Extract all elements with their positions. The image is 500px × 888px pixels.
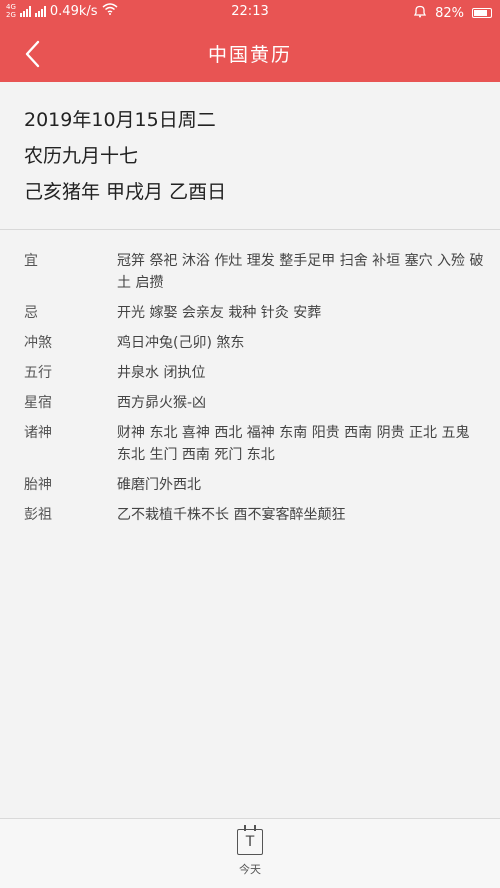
row-label: 星宿 [24, 395, 52, 411]
row-value: 西方昴火猴-凶 [117, 395, 207, 411]
today-label: 今天 [239, 863, 261, 876]
almanac-row-zhushen: 诸神 财神 东北 喜神 西北 福神 东南 阳贵 西南 阴贵 正北 五鬼 东北 生… [24, 422, 484, 466]
row-label: 诸神 [24, 425, 52, 441]
status-right: 82% [413, 4, 492, 22]
row-label: 冲煞 [24, 335, 52, 351]
almanac-row-taishen: 胎神 碓磨门外西北 [24, 474, 484, 496]
page-title: 中国黄历 [207, 44, 292, 66]
calendar-today-icon: T [237, 825, 263, 855]
status-bar: 4G 2G 0.49k/s 22:13 82% [0, 0, 500, 24]
row-value: 井泉水 闭执位 [117, 365, 206, 381]
divider [0, 229, 500, 230]
row-label: 彭祖 [24, 507, 52, 523]
alarm-icon [413, 4, 427, 22]
row-value: 碓磨门外西北 [117, 477, 201, 493]
today-button[interactable]: T 今天 [225, 825, 275, 885]
row-label: 宜 [24, 253, 38, 269]
almanac-row-xingxiu: 星宿 西方昴火猴-凶 [24, 392, 484, 414]
almanac-row-chongsha: 冲煞 鸡日冲兔(己卯) 煞东 [24, 332, 484, 354]
almanac-row-wuxing: 五行 井泉水 闭执位 [24, 362, 484, 384]
bottom-bar: T 今天 [0, 818, 500, 888]
row-value: 财神 东北 喜神 西北 福神 东南 阳贵 西南 阴贵 正北 五鬼 东北 生门 西… [117, 425, 470, 463]
ganzhi-date: 己亥猪年 甲戌月 乙酉日 [24, 181, 227, 203]
app-bar: 中国黄历 [0, 24, 500, 82]
gregorian-date: 2019年10月15日周二 [24, 109, 216, 131]
almanac-row-yi: 宜 冠笄 祭祀 沐浴 作灶 理发 整手足甲 扫舍 补垣 塞穴 入殓 破土 启攒 [24, 250, 484, 294]
row-value: 开光 嫁娶 会亲友 栽种 针灸 安葬 [117, 305, 322, 321]
row-label: 五行 [24, 365, 52, 381]
almanac-row-ji: 忌 开光 嫁娶 会亲友 栽种 针灸 安葬 [24, 302, 484, 324]
row-label: 胎神 [24, 477, 52, 493]
row-value: 乙不栽植千株不长 酉不宴客醉坐颠狂 [117, 507, 346, 523]
almanac-row-pengzu: 彭祖 乙不栽植千株不长 酉不宴客醉坐颠狂 [24, 504, 484, 526]
date-info: 2019年10月15日周二 农历九月十七 己亥猪年 甲戌月 乙酉日 [24, 102, 226, 210]
lunar-date: 农历九月十七 [24, 145, 139, 167]
row-value: 冠笄 祭祀 沐浴 作灶 理发 整手足甲 扫舍 补垣 塞穴 入殓 破土 启攒 [117, 253, 484, 291]
row-value: 鸡日冲兔(己卯) 煞东 [117, 335, 245, 351]
battery-icon [472, 8, 492, 18]
row-label: 忌 [24, 305, 38, 321]
battery-percent: 82% [435, 5, 464, 21]
almanac-list: 宜 冠笄 祭祀 沐浴 作灶 理发 整手足甲 扫舍 补垣 塞穴 入殓 破土 启攒 … [24, 250, 484, 534]
